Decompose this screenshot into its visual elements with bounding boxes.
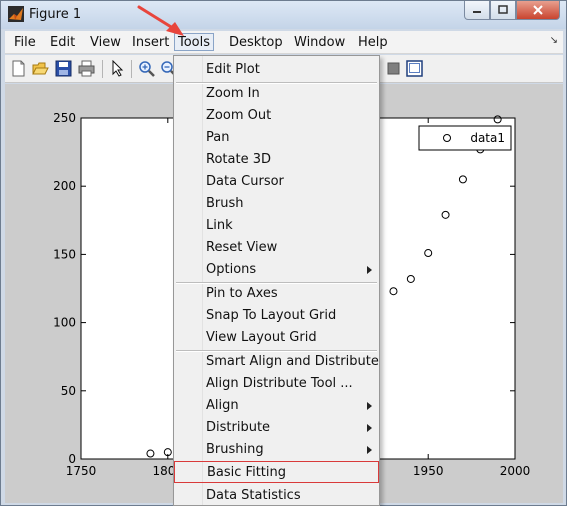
menu-item-label: Rotate 3D: [206, 152, 271, 167]
menu-item-label: Data Cursor: [206, 174, 284, 189]
menu-item-pin-to-axes[interactable]: Pin to Axes: [174, 283, 379, 305]
menu-item-label: Reset View: [206, 240, 278, 255]
title-bar[interactable]: Figure 1: [1, 1, 566, 29]
minimize-icon: [473, 11, 481, 13]
menu-item-data-cursor[interactable]: Data Cursor: [174, 171, 379, 193]
menu-help[interactable]: Help: [355, 34, 391, 52]
menu-item-label: Zoom Out: [206, 108, 272, 123]
new-figure-icon[interactable]: [10, 60, 27, 77]
show-plot-tools-icon[interactable]: [406, 60, 423, 77]
menu-item-label: Smart Align and Distribute: [206, 354, 379, 369]
x-tick-label: 1750: [66, 464, 97, 478]
y-tick-label: 200: [53, 179, 76, 193]
menu-item-label: Align Distribute Tool ...: [206, 376, 353, 391]
menu-item-brushing[interactable]: Brushing: [174, 439, 379, 461]
menu-item-label: Brushing: [206, 442, 264, 457]
menu-item-align-distribute-tool[interactable]: Align Distribute Tool ...: [174, 373, 379, 395]
menu-edit[interactable]: Edit: [47, 34, 78, 52]
menu-item-zoom-out[interactable]: Zoom Out: [174, 105, 379, 127]
legend-label: data1: [470, 131, 505, 145]
y-tick-label: 50: [61, 384, 76, 398]
menu-item-smart-align[interactable]: Smart Align and Distribute: [174, 351, 379, 373]
menu-item-reset-view[interactable]: Reset View: [174, 237, 379, 259]
print-icon[interactable]: [78, 60, 95, 77]
menu-item-brush[interactable]: Brush: [174, 193, 379, 215]
y-tick-label: 100: [53, 316, 76, 330]
menu-item-label: Data Statistics: [206, 488, 301, 503]
close-icon: [533, 5, 543, 15]
menu-item-label: Distribute: [206, 420, 271, 435]
menu-item-label: Pin to Axes: [206, 286, 278, 301]
matlab-icon: [8, 6, 24, 22]
menu-desktop[interactable]: Desktop: [226, 34, 286, 52]
maximize-button[interactable]: [490, 1, 516, 20]
window-title: Figure 1: [29, 7, 82, 22]
menu-item-zoom-in[interactable]: Zoom In: [174, 83, 379, 105]
dock-arrow-icon[interactable]: ↘: [550, 35, 558, 46]
zoom-in-icon[interactable]: [138, 60, 155, 77]
hide-plot-tools-icon[interactable]: [385, 60, 402, 77]
y-tick-label: 150: [53, 247, 76, 261]
menu-item-pan[interactable]: Pan: [174, 127, 379, 149]
menu-item-label: Basic Fitting: [207, 465, 286, 480]
menu-item-label: Brush: [206, 196, 244, 211]
menu-bar: File Edit View Insert Tools Desktop Wind…: [5, 31, 563, 54]
menu-item-view-layout-grid[interactable]: View Layout Grid: [174, 327, 379, 349]
save-icon[interactable]: [55, 60, 72, 77]
menu-view[interactable]: View: [87, 34, 124, 52]
menu-item-basic-fitting[interactable]: Basic Fitting: [174, 461, 379, 483]
menu-tools[interactable]: Tools: [174, 33, 215, 51]
menu-item-edit-plot[interactable]: Edit Plot: [174, 59, 379, 81]
menu-item-label: Options: [206, 262, 257, 277]
menu-item-label: Link: [206, 218, 233, 233]
menu-item-link[interactable]: Link: [174, 215, 379, 237]
y-tick-label: 250: [53, 111, 76, 125]
menu-item-options[interactable]: Options: [174, 259, 379, 281]
menu-item-label: Align: [206, 398, 239, 413]
submenu-arrow-icon: [367, 424, 372, 432]
menu-insert[interactable]: Insert: [129, 34, 172, 52]
submenu-arrow-icon: [367, 266, 372, 274]
close-button[interactable]: [516, 1, 560, 20]
menu-item-label: View Layout Grid: [206, 330, 317, 345]
window-controls: [464, 1, 560, 21]
toolbar-separator: [102, 60, 103, 78]
x-tick-label: 2000: [500, 464, 531, 478]
menu-item-label: Zoom In: [206, 86, 260, 101]
edit-plot-arrow-icon[interactable]: [109, 60, 126, 77]
menu-item-label: Edit Plot: [206, 62, 260, 77]
menu-file[interactable]: File: [11, 34, 39, 52]
submenu-arrow-icon: [367, 446, 372, 454]
menu-item-align[interactable]: Align: [174, 395, 379, 417]
tools-menu-dropdown: Edit Plot Zoom In Zoom Out Pan Rotate 3D…: [173, 55, 380, 506]
menu-item-distribute[interactable]: Distribute: [174, 417, 379, 439]
menu-window[interactable]: Window: [291, 34, 348, 52]
toolbar-separator: [131, 60, 132, 78]
menu-item-label: Snap To Layout Grid: [206, 308, 337, 323]
maximize-icon: [498, 5, 508, 14]
menu-item-rotate-3d[interactable]: Rotate 3D: [174, 149, 379, 171]
x-tick-label: 1950: [413, 464, 444, 478]
submenu-arrow-icon: [367, 402, 372, 410]
menu-item-data-statistics[interactable]: Data Statistics: [174, 485, 379, 505]
menu-item-snap-to-layout-grid[interactable]: Snap To Layout Grid: [174, 305, 379, 327]
menu-item-label: Pan: [206, 130, 230, 145]
open-file-icon[interactable]: [32, 60, 49, 77]
y-tick-label: 0: [68, 452, 76, 466]
minimize-button[interactable]: [464, 1, 490, 20]
